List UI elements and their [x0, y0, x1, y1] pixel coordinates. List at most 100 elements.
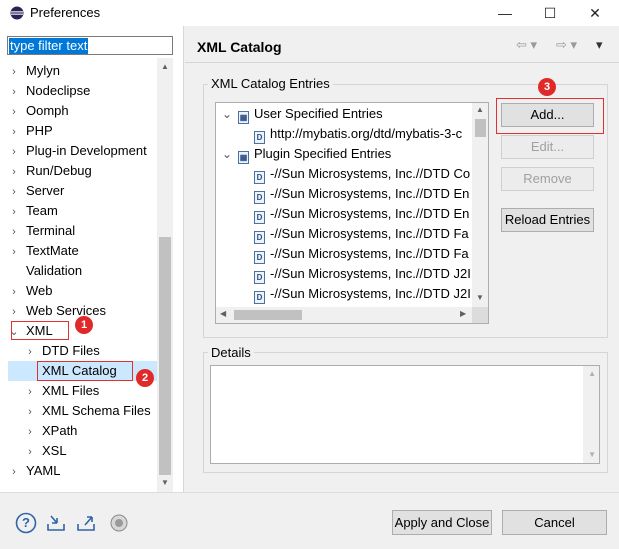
- collapse-chevron-icon[interactable]: ›: [8, 142, 20, 162]
- collapse-chevron-icon[interactable]: ›: [8, 102, 20, 122]
- dtd-file-icon: D: [254, 171, 265, 184]
- entry-label: -//Sun Microsystems, Inc.//DTD J2I: [270, 286, 471, 301]
- tree-item-label: YAML: [26, 463, 61, 478]
- details-scroll-down-arrow[interactable]: ▼: [588, 450, 596, 459]
- tree-item[interactable]: › Mylyn: [8, 61, 158, 81]
- list-hscrollbar-thumb[interactable]: [234, 310, 302, 320]
- apply-and-close-button[interactable]: Apply and Close: [392, 510, 492, 535]
- record-icon[interactable]: [108, 512, 130, 534]
- tree-item[interactable]: › TextMate: [8, 241, 158, 261]
- collapse-chevron-icon[interactable]: ›: [8, 462, 20, 482]
- list-vscrollbar-thumb[interactable]: [475, 119, 486, 137]
- callout-badge-2: 2: [136, 369, 154, 387]
- tree-item[interactable]: › PHP: [8, 121, 158, 141]
- catalog-entries-label: XML Catalog Entries: [208, 76, 333, 91]
- forward-nav-button[interactable]: ⇨ ▾: [556, 37, 577, 53]
- tree-item[interactable]: › XML Files: [8, 381, 158, 401]
- catalog-entry-row[interactable]: D -//Sun Microsystems, Inc.//DTD En: [254, 204, 469, 224]
- tree-item[interactable]: Validation: [8, 261, 158, 281]
- tree-item[interactable]: › YAML: [8, 461, 158, 481]
- entry-label: User Specified Entries: [254, 106, 383, 121]
- collapse-chevron-icon[interactable]: ›: [8, 182, 20, 202]
- import-icon[interactable]: [45, 512, 67, 534]
- dtd-file-icon: D: [254, 271, 265, 284]
- page-title: XML Catalog: [197, 39, 282, 55]
- collapse-chevron-icon[interactable]: ›: [24, 342, 36, 362]
- edit-button[interactable]: Edit...: [501, 135, 594, 159]
- filter-input[interactable]: type filter text: [7, 36, 173, 55]
- collapse-chevron-icon[interactable]: ›: [8, 162, 20, 182]
- collapse-chevron-icon[interactable]: ›: [8, 242, 20, 262]
- list-scroll-down-arrow[interactable]: ▼: [472, 293, 488, 302]
- collapse-chevron-icon[interactable]: ›: [24, 442, 36, 462]
- collapse-chevron-icon[interactable]: ›: [24, 402, 36, 422]
- dtd-file-icon: D: [254, 131, 265, 144]
- remove-button[interactable]: Remove: [501, 167, 594, 191]
- collapse-chevron-icon[interactable]: ›: [24, 422, 36, 442]
- tree-item-label: TextMate: [26, 243, 79, 258]
- reload-entries-button[interactable]: Reload Entries: [501, 208, 594, 232]
- collapse-chevron-icon[interactable]: ›: [24, 382, 36, 402]
- collapse-chevron-icon[interactable]: ›: [8, 302, 20, 322]
- catalog-entry-row[interactable]: D -//Sun Microsystems, Inc.//DTD J2I: [254, 264, 471, 284]
- tree-scrollbar-thumb[interactable]: [159, 237, 171, 475]
- tree-item-label: Nodeclipse: [26, 83, 91, 98]
- expand-chevron-icon[interactable]: ⌄: [222, 104, 238, 124]
- tree-item[interactable]: › XML Schema Files: [8, 401, 158, 421]
- collapse-chevron-icon[interactable]: ›: [8, 62, 20, 82]
- add-button[interactable]: Add...: [501, 103, 594, 127]
- tree-item-label: Mylyn: [26, 63, 60, 78]
- collapse-chevron-icon[interactable]: ›: [8, 222, 20, 242]
- tree-item[interactable]: › Nodeclipse: [8, 81, 158, 101]
- callout-badge-1: 1: [75, 316, 93, 334]
- tree-item[interactable]: › Run/Debug: [8, 161, 158, 181]
- plugin-entries-node[interactable]: ⌄ ▦ Plugin Specified Entries: [222, 144, 391, 164]
- tree-item[interactable]: › Team: [8, 201, 158, 221]
- tree-item[interactable]: › Server: [8, 181, 158, 201]
- list-scroll-right-arrow[interactable]: ▶: [460, 309, 466, 318]
- tree-item[interactable]: › Terminal: [8, 221, 158, 241]
- cancel-button[interactable]: Cancel: [502, 510, 607, 535]
- expand-chevron-icon[interactable]: ⌄: [222, 144, 238, 164]
- maximize-button[interactable]: ☐: [530, 0, 570, 26]
- tree-item-label: Server: [26, 183, 65, 198]
- callout-badge-3: 3: [538, 78, 556, 96]
- scroll-up-arrow[interactable]: ▲: [157, 62, 173, 71]
- catalog-entry-row[interactable]: D -//Sun Microsystems, Inc.//DTD Co: [254, 164, 470, 184]
- catalog-entry-row[interactable]: D -//Sun Microsystems, Inc.//DTD Fa: [254, 244, 469, 264]
- minimize-button[interactable]: —: [485, 0, 525, 26]
- entry-label: http://mybatis.org/dtd/mybatis-3-c: [270, 126, 463, 141]
- tree-item[interactable]: › Oomph: [8, 101, 158, 121]
- entry-label: Plugin Specified Entries: [254, 146, 392, 161]
- collapse-chevron-icon[interactable]: ›: [8, 82, 20, 102]
- list-scroll-up-arrow[interactable]: ▲: [472, 105, 488, 114]
- details-text-area[interactable]: ▲ ▼: [210, 365, 600, 464]
- catalog-entry-row[interactable]: Dhttp://mybatis.org/dtd/mybatis-3-c: [254, 124, 462, 144]
- list-scroll-left-arrow[interactable]: ◀: [220, 309, 226, 318]
- tree-item[interactable]: › XSL: [8, 441, 158, 461]
- catalog-entry-row[interactable]: D -//Sun Microsystems, Inc.//DTD Fa: [254, 224, 469, 244]
- collapse-chevron-icon[interactable]: ›: [8, 122, 20, 142]
- export-icon[interactable]: [75, 512, 97, 534]
- window-title: Preferences: [30, 5, 101, 20]
- collapse-chevron-icon[interactable]: ›: [8, 202, 20, 222]
- catalog-entry-row[interactable]: D -//Sun Microsystems, Inc.//DTD J2I: [254, 284, 471, 304]
- catalog-folder-icon: ▦: [238, 151, 249, 164]
- tree-item[interactable]: › DTD Files: [8, 341, 158, 361]
- dtd-file-icon: D: [254, 231, 265, 244]
- catalog-entries-list[interactable]: ⌄ ▦ User Specified Entries Dhttp://mybatis.…: [215, 102, 489, 324]
- tree-item[interactable]: › Web: [8, 281, 158, 301]
- tree-item[interactable]: › XPath: [8, 421, 158, 441]
- user-entries-node[interactable]: ⌄ ▦ User Specified Entries: [222, 104, 383, 124]
- entry-label: -//Sun Microsystems, Inc.//DTD En: [270, 206, 470, 221]
- collapse-chevron-icon[interactable]: ›: [8, 282, 20, 302]
- back-nav-button[interactable]: ⇦ ▾: [516, 37, 537, 53]
- catalog-entry-row[interactable]: D -//Sun Microsystems, Inc.//DTD En: [254, 184, 469, 204]
- close-button[interactable]: ✕: [575, 0, 615, 26]
- help-icon[interactable]: ?: [15, 512, 37, 534]
- view-menu-button[interactable]: ▾: [596, 37, 603, 53]
- scroll-down-arrow[interactable]: ▼: [157, 478, 173, 487]
- tree-item[interactable]: › Plug-in Development: [8, 141, 158, 161]
- details-scroll-up-arrow[interactable]: ▲: [588, 369, 596, 378]
- details-scrollbar[interactable]: [583, 366, 599, 463]
